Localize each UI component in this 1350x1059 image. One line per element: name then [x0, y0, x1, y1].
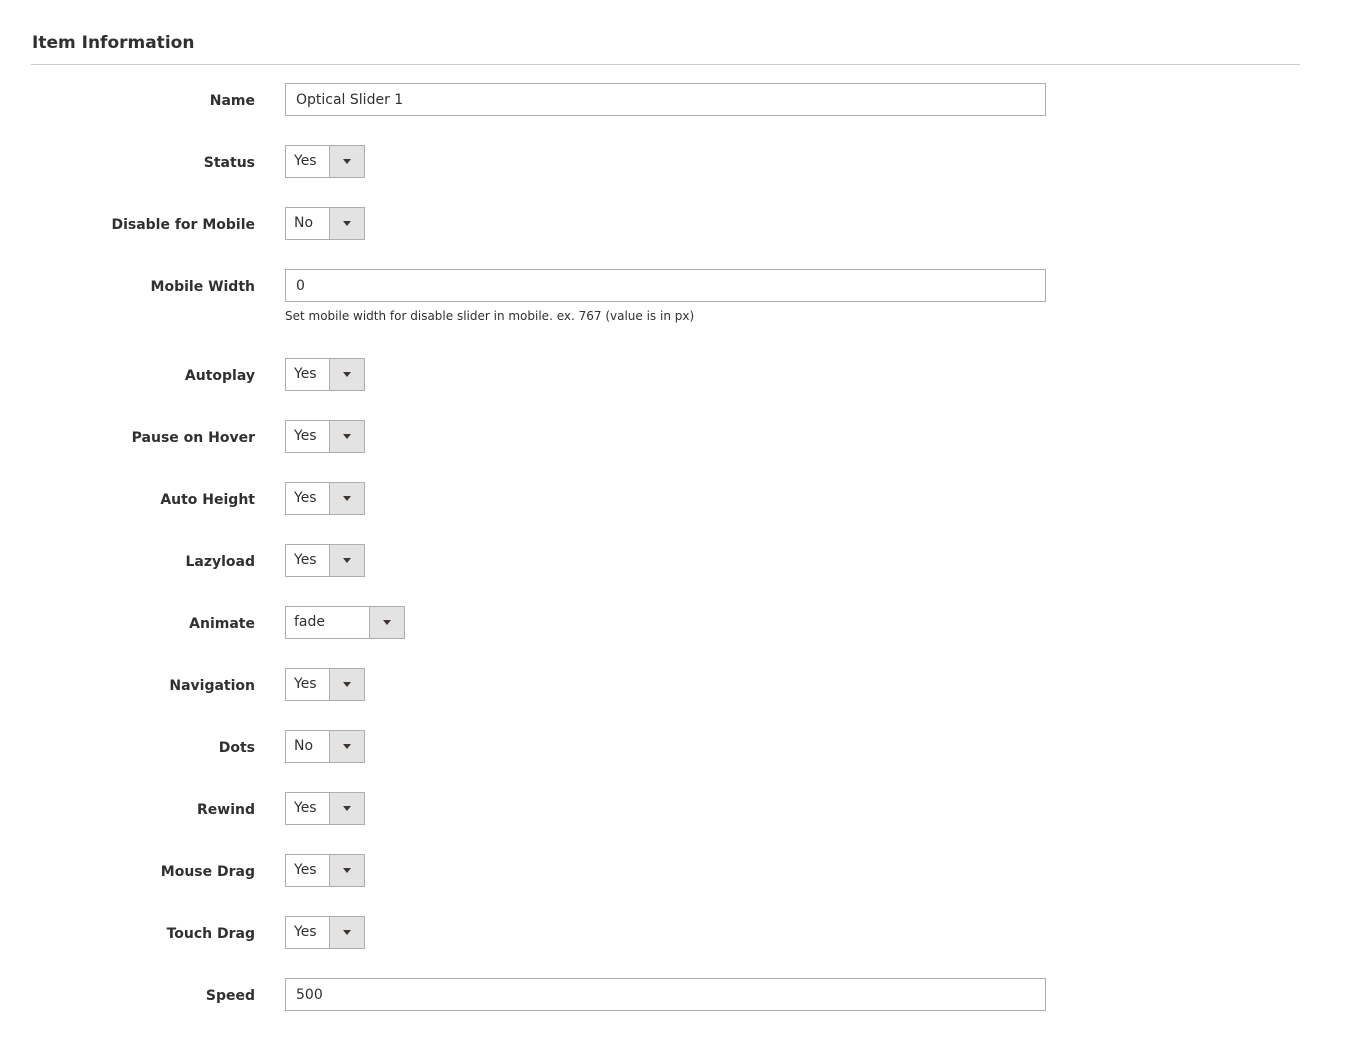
- field-row-disable-mobile: Disable for Mobile No: [0, 207, 1350, 240]
- disable-mobile-label: Disable for Mobile: [111, 217, 255, 233]
- chevron-down-icon: [343, 806, 351, 811]
- status-label: Status: [203, 155, 255, 171]
- auto-height-select-arrow[interactable]: [329, 483, 364, 514]
- navigation-label: Navigation: [169, 678, 255, 694]
- chevron-down-icon: [343, 930, 351, 935]
- status-select[interactable]: Yes: [285, 145, 365, 178]
- section-title: Item Information: [32, 33, 195, 53]
- chevron-down-icon: [343, 682, 351, 687]
- autoplay-select-value: Yes: [294, 366, 317, 382]
- auto-height-select[interactable]: Yes: [285, 482, 365, 515]
- field-row-rewind: Rewind Yes: [0, 792, 1350, 825]
- disable-mobile-select-arrow[interactable]: [329, 208, 364, 239]
- field-row-status: Status Yes: [0, 145, 1350, 178]
- chevron-down-icon: [343, 558, 351, 563]
- dots-label: Dots: [218, 740, 255, 756]
- navigation-select-arrow[interactable]: [329, 669, 364, 700]
- auto-height-select-value: Yes: [294, 490, 317, 506]
- field-row-animate: Animate fade: [0, 606, 1350, 639]
- chevron-down-icon: [343, 868, 351, 873]
- mouse-drag-select-value: Yes: [294, 862, 317, 878]
- status-select-arrow[interactable]: [329, 146, 364, 177]
- chevron-down-icon: [343, 496, 351, 501]
- section-divider: [31, 64, 1300, 65]
- name-label: Name: [209, 93, 255, 109]
- field-row-mouse-drag: Mouse Drag Yes: [0, 854, 1350, 887]
- pause-hover-label: Pause on Hover: [131, 430, 255, 446]
- animate-select-arrow[interactable]: [369, 607, 404, 638]
- field-row-speed: Speed: [0, 978, 1350, 1011]
- mobile-width-label: Mobile Width: [150, 279, 255, 295]
- field-row-dots: Dots No: [0, 730, 1350, 763]
- pause-hover-select-value: Yes: [294, 428, 317, 444]
- chevron-down-icon: [383, 620, 391, 625]
- touch-drag-select[interactable]: Yes: [285, 916, 365, 949]
- lazyload-select-value: Yes: [294, 552, 317, 568]
- animate-select-value: fade: [294, 614, 326, 630]
- disable-mobile-select-value: No: [294, 215, 314, 231]
- rewind-select-value: Yes: [294, 800, 317, 816]
- pause-hover-select-arrow[interactable]: [329, 421, 364, 452]
- field-row-mobile-width: Mobile Width Set mobile width for disabl…: [0, 269, 1350, 323]
- animate-label: Animate: [189, 616, 255, 632]
- mouse-drag-select-arrow[interactable]: [329, 855, 364, 886]
- navigation-select[interactable]: Yes: [285, 668, 365, 701]
- touch-drag-select-value: Yes: [294, 924, 317, 940]
- autoplay-select[interactable]: Yes: [285, 358, 365, 391]
- field-row-name: Name: [0, 83, 1350, 116]
- dots-select-arrow[interactable]: [329, 731, 364, 762]
- mobile-width-input[interactable]: [285, 269, 1046, 302]
- field-row-autoplay: Autoplay Yes: [0, 358, 1350, 391]
- field-row-auto-height: Auto Height Yes: [0, 482, 1350, 515]
- touch-drag-label: Touch Drag: [166, 926, 255, 942]
- mouse-drag-select[interactable]: Yes: [285, 854, 365, 887]
- lazyload-select-arrow[interactable]: [329, 545, 364, 576]
- lazyload-select[interactable]: Yes: [285, 544, 365, 577]
- rewind-select-arrow[interactable]: [329, 793, 364, 824]
- chevron-down-icon: [343, 744, 351, 749]
- chevron-down-icon: [343, 221, 351, 226]
- speed-label: Speed: [205, 988, 255, 1004]
- name-input[interactable]: [285, 83, 1046, 116]
- speed-input[interactable]: [285, 978, 1046, 1011]
- navigation-select-value: Yes: [294, 676, 317, 692]
- field-row-pause-hover: Pause on Hover Yes: [0, 420, 1350, 453]
- field-row-lazyload: Lazyload Yes: [0, 544, 1350, 577]
- dots-select-value: No: [294, 738, 314, 754]
- autoplay-label: Autoplay: [184, 368, 255, 384]
- mouse-drag-label: Mouse Drag: [160, 864, 255, 880]
- animate-select[interactable]: fade: [285, 606, 405, 639]
- touch-drag-select-arrow[interactable]: [329, 917, 364, 948]
- autoplay-select-arrow[interactable]: [329, 359, 364, 390]
- dots-select[interactable]: No: [285, 730, 365, 763]
- status-select-value: Yes: [294, 153, 317, 169]
- chevron-down-icon: [343, 434, 351, 439]
- mobile-width-note: Set mobile width for disable slider in m…: [285, 309, 695, 323]
- lazyload-label: Lazyload: [185, 554, 255, 570]
- rewind-select[interactable]: Yes: [285, 792, 365, 825]
- disable-mobile-select[interactable]: No: [285, 207, 365, 240]
- rewind-label: Rewind: [197, 802, 255, 818]
- auto-height-label: Auto Height: [160, 492, 255, 508]
- pause-hover-select[interactable]: Yes: [285, 420, 365, 453]
- field-row-navigation: Navigation Yes: [0, 668, 1350, 701]
- field-row-touch-drag: Touch Drag Yes: [0, 916, 1350, 949]
- chevron-down-icon: [343, 372, 351, 377]
- chevron-down-icon: [343, 159, 351, 164]
